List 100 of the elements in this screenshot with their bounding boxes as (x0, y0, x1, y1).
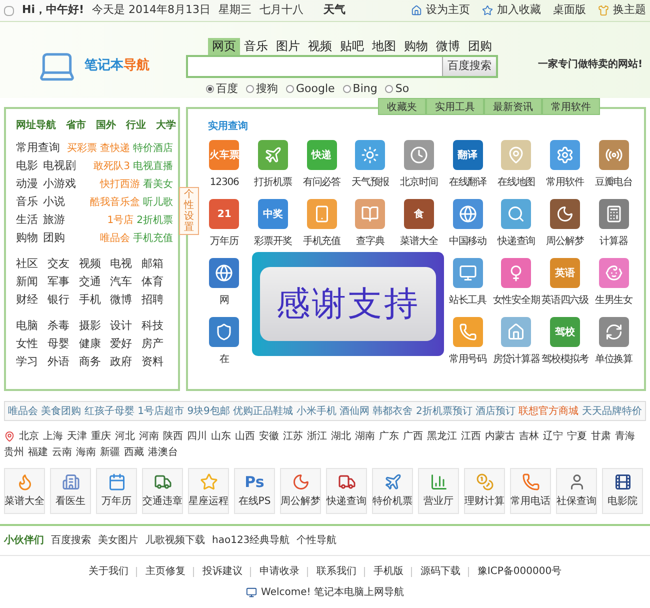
tool-link[interactable]: 在 (200, 317, 249, 372)
panel-tab[interactable]: 常用软件 (542, 98, 600, 115)
search-tab[interactable]: 购物 (400, 38, 432, 55)
engine-radio[interactable]: Google (286, 81, 335, 98)
province-link[interactable]: 青海 (615, 429, 635, 444)
promo-link[interactable]: 特价酒店 (133, 140, 173, 156)
tool-link[interactable]: 北京时间 (394, 140, 444, 195)
tool-link[interactable]: 火车票 12306 (200, 140, 249, 195)
nav-link[interactable]: 旅游 (43, 212, 65, 228)
search-tab[interactable]: 贴吧 (336, 38, 368, 55)
search-tab[interactable]: 视频 (304, 38, 336, 55)
nav-link[interactable]: 健康 (78, 336, 110, 352)
province-link[interactable]: 辽宁 (543, 429, 563, 444)
nav-link[interactable]: 邮箱 (142, 256, 173, 272)
promo-link[interactable]: 看美女 (143, 176, 173, 192)
nav-link[interactable]: 购物 (16, 230, 38, 246)
quick-tile[interactable]: 特价机票 (372, 468, 413, 514)
province-link[interactable]: 广东 (379, 429, 399, 444)
province-link[interactable]: 西藏 (124, 445, 144, 460)
quick-tile[interactable]: Ps 在线PS (234, 468, 275, 514)
nav-link[interactable]: 爱好 (110, 336, 142, 352)
panel-tab[interactable]: 最新资讯 (484, 98, 542, 115)
province-link[interactable]: 湖北 (331, 429, 351, 444)
shop-link[interactable]: 韩都衣舍 (372, 404, 413, 418)
tool-link[interactable]: 翻译 在线翻译 (443, 140, 492, 195)
footer-link[interactable]: 豫ICP备000000号 (477, 564, 562, 579)
top-link[interactable]: 换主题 (598, 2, 646, 19)
tool-link[interactable]: 食 菜谱大全 (394, 199, 444, 254)
site-logo[interactable]: 笔记本导航 (84, 56, 150, 76)
panel-tab[interactable]: 实用工具 (426, 98, 484, 115)
weather-link[interactable]: 天气 (324, 2, 346, 19)
tool-link[interactable]: 在线地图 (492, 140, 541, 195)
province-link[interactable]: 广西 (403, 429, 423, 444)
tool-link[interactable]: 中国移动 (443, 199, 492, 254)
nav-link[interactable]: 杀毒 (47, 318, 79, 334)
nav-link[interactable]: 资料 (142, 354, 173, 370)
quick-tile[interactable]: 看医生 (50, 468, 91, 514)
nav-link[interactable]: 团购 (43, 230, 65, 246)
category-link[interactable]: 网址导航 (16, 118, 56, 133)
province-link[interactable]: 云南 (52, 445, 72, 460)
province-link[interactable]: 山西 (235, 429, 255, 444)
nav-link[interactable]: 电视 (110, 256, 142, 272)
nav-link[interactable]: 房产 (142, 336, 173, 352)
top-link[interactable]: 桌面版 (553, 2, 586, 19)
category-link[interactable]: 行业 (126, 118, 146, 133)
tool-link[interactable]: 房贷计算器 (492, 317, 541, 372)
shop-link[interactable]: 1号店超市 (138, 404, 184, 418)
promo-link[interactable]: 2折机票 (136, 212, 173, 228)
search-tab[interactable]: 团购 (464, 38, 496, 55)
promo-link[interactable]: 手机充值 (133, 230, 173, 246)
engine-radio[interactable]: 搜狗 (246, 81, 278, 98)
panel-tab[interactable]: 收藏夹 (378, 98, 426, 115)
top-link[interactable]: 设为主页 (411, 2, 470, 19)
promo-link[interactable]: 电视直播 (133, 158, 173, 174)
province-link[interactable]: 内蒙古 (485, 429, 515, 444)
quick-tile[interactable]: 菜谱大全 (4, 468, 45, 514)
shop-link[interactable]: 唯品会 (8, 404, 38, 418)
province-link[interactable]: 陕西 (163, 429, 183, 444)
tool-link[interactable]: 天气预报 (346, 140, 395, 195)
shop-link[interactable]: 优购正品鞋城 (233, 404, 294, 418)
nav-link[interactable]: 常用查询 (16, 140, 60, 156)
nav-link[interactable]: 交通 (78, 274, 110, 290)
tool-link[interactable]: 查字典 (346, 199, 395, 254)
nav-link[interactable]: 视频 (78, 256, 110, 272)
tool-link[interactable]: 网 (200, 258, 249, 313)
tool-link[interactable]: 常用号码 (443, 317, 492, 372)
nav-link[interactable]: 招聘 (142, 292, 173, 308)
top-link[interactable]: 加入收藏 (482, 2, 541, 19)
tool-link[interactable]: 21 万年历 (200, 199, 249, 254)
footer-link[interactable]: 手机版 (373, 564, 404, 579)
nav-link[interactable]: 设计 (110, 318, 142, 334)
promo-link[interactable]: 听儿歌 (143, 194, 173, 210)
province-link[interactable]: 海南 (76, 445, 96, 460)
footer-link[interactable]: 源码下载 (420, 564, 460, 579)
tool-link[interactable]: 豆瓣电台 (589, 140, 638, 195)
province-link[interactable]: 江西 (461, 429, 481, 444)
tool-link[interactable]: 计算器 (589, 199, 638, 254)
nav-link[interactable]: 音乐 (16, 194, 38, 210)
category-link[interactable]: 省市 (66, 118, 86, 133)
province-link[interactable]: 河南 (139, 429, 159, 444)
nav-link[interactable]: 女性 (16, 336, 48, 352)
nav-link[interactable]: 政府 (110, 354, 142, 370)
nav-link[interactable]: 电影 (16, 158, 38, 174)
province-link[interactable]: 港澳台 (148, 445, 178, 460)
nav-link[interactable]: 银行 (47, 292, 79, 308)
nav-link[interactable]: 商务 (78, 354, 110, 370)
province-link[interactable]: 重庆 (91, 429, 111, 444)
shop-link[interactable]: 9块9包邮 (187, 404, 230, 418)
nav-link[interactable]: 交友 (47, 256, 79, 272)
province-link[interactable]: 四川 (187, 429, 207, 444)
tool-link[interactable]: 单位换算 (589, 317, 638, 372)
quick-tile[interactable]: 社保查询 (556, 468, 597, 514)
tool-link[interactable]: 生男生女 (589, 258, 638, 313)
province-link[interactable]: 福建 (28, 445, 48, 460)
nav-link[interactable]: 汽车 (110, 274, 142, 290)
nav-link[interactable]: 微博 (110, 292, 142, 308)
search-tab[interactable]: 图片 (272, 38, 304, 55)
footer-link[interactable]: 主页修复 (145, 564, 186, 579)
nav-link[interactable]: 外语 (47, 354, 79, 370)
partner-link[interactable]: 儿歌视频下载 (145, 533, 205, 548)
